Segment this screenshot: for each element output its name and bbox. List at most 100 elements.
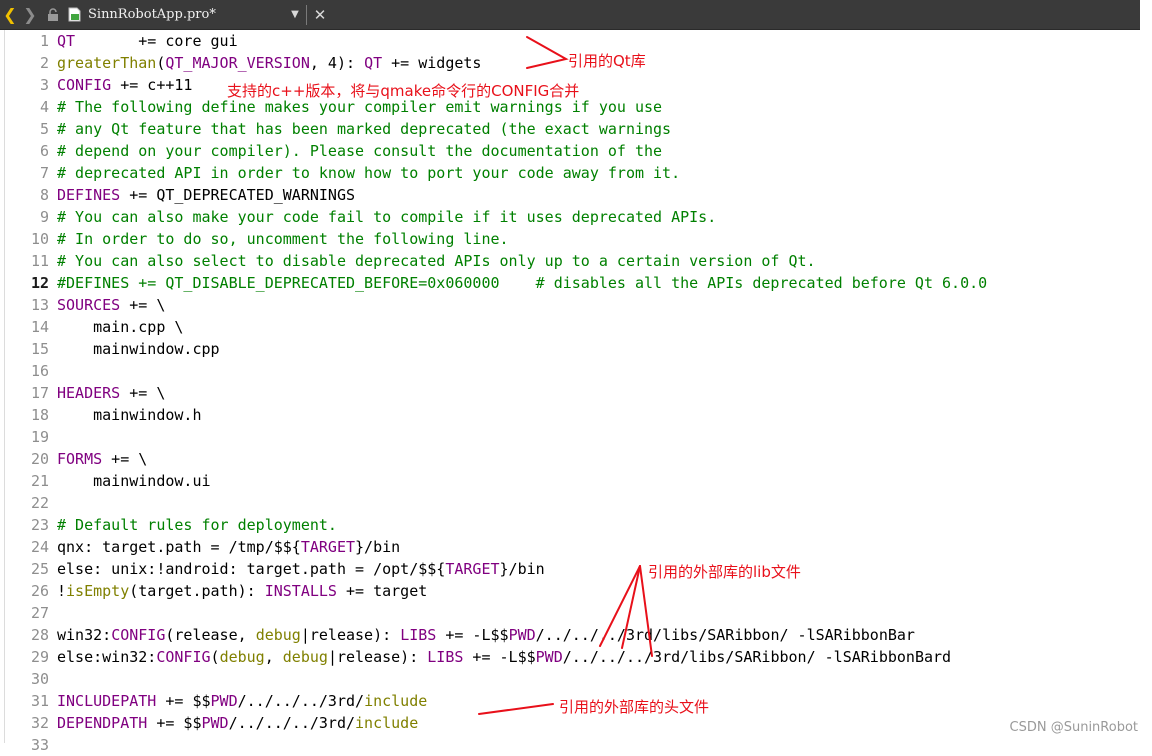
line-code: # deprecated API in order to know how to… <box>57 164 681 182</box>
code-line: 32 DEPENDPATH += $$PWD/../../../3rd/inclu… <box>0 712 418 734</box>
code-line: 2 greaterThan(QT_MAJOR_VERSION, 4): QT +=… <box>0 52 482 74</box>
code-line: 31 INCLUDEPATH += $$PWD/../../../3rd/incl… <box>0 690 427 712</box>
line-code: main.cpp \ <box>57 318 184 336</box>
line-code: DEPENDPATH += $$PWD/../../../3rd/include <box>57 714 419 732</box>
chevron-down-icon[interactable]: ▼ <box>288 9 302 20</box>
code-line: 22 <box>0 492 49 514</box>
line-number: 26 <box>30 582 49 600</box>
lock-icon <box>44 7 62 22</box>
line-code: # any Qt feature that has been marked de… <box>57 120 672 138</box>
line-number: 7 <box>39 164 49 182</box>
line-code: # In order to do so, uncomment the follo… <box>57 230 509 248</box>
line-number: 33 <box>30 736 49 754</box>
line-number: 16 <box>30 362 49 380</box>
line-code: greaterThan(QT_MAJOR_VERSION, 4): QT += … <box>57 54 482 72</box>
code-line: 20 FORMS += \ <box>0 448 147 470</box>
line-code: HEADERS += \ <box>57 384 166 402</box>
editor-tab-bar: ❮ ❯ SinnRobotApp.pro* ▼ ✕ <box>0 0 1140 30</box>
line-code: mainwindow.h <box>57 406 202 424</box>
line-number: 22 <box>30 494 49 512</box>
code-line: 10 # In order to do so, uncomment the fol… <box>0 228 509 250</box>
line-number: 29 <box>30 648 49 666</box>
line-code: SOURCES += \ <box>57 296 166 314</box>
code-line: 24 qnx: target.path = /tmp/$${TARGET}/bin <box>0 536 400 558</box>
line-code: FORMS += \ <box>57 450 148 468</box>
line-code: else:win32:CONFIG(debug, debug|release):… <box>57 648 952 666</box>
line-number: 15 <box>30 340 49 358</box>
line-number: 19 <box>30 428 49 446</box>
line-number: 8 <box>39 186 49 204</box>
line-number: 2 <box>39 54 49 72</box>
code-line: 4 # The following define makes your compi… <box>0 96 662 118</box>
line-code: mainwindow.cpp <box>57 340 220 358</box>
code-line: 1 QT += core gui <box>0 30 238 52</box>
code-line: 27 <box>0 602 49 624</box>
code-line: 28 win32:CONFIG(release, debug|release): … <box>0 624 915 646</box>
code-line: 14 main.cpp \ <box>0 316 184 338</box>
code-line: 19 <box>0 426 49 448</box>
code-line: 17 HEADERS += \ <box>0 382 165 404</box>
code-editor[interactable]: 1 QT += core gui 2 greaterThan(QT_MAJOR_VE… <box>0 30 1140 754</box>
line-code: !isEmpty(target.path): INSTALLS += targe… <box>57 582 428 600</box>
code-line: 33 <box>0 734 49 756</box>
code-line: 26 !isEmpty(target.path): INSTALLS += tar… <box>0 580 427 602</box>
code-line: 6 # depend on your compiler). Please cons… <box>0 140 662 162</box>
code-line: 11 # You can also select to disable depre… <box>0 250 816 272</box>
line-number: 17 <box>30 384 49 402</box>
line-number: 11 <box>30 252 49 270</box>
line-code: # You can also make your code fail to co… <box>57 208 717 226</box>
line-number: 32 <box>30 714 49 732</box>
line-code: DEFINES += QT_DEPRECATED_WARNINGS <box>57 186 356 204</box>
line-code: qnx: target.path = /tmp/$${TARGET}/bin <box>57 538 401 556</box>
line-code: CONFIG += c++11 <box>57 76 193 94</box>
annotation-cpp-version: 支持的c++版本，将与qmake命令行的CONFIG合并 <box>227 82 580 100</box>
line-code: INCLUDEPATH += $$PWD/../../../3rd/includ… <box>57 692 428 710</box>
line-number: 27 <box>30 604 49 622</box>
line-number: 10 <box>30 230 49 248</box>
forward-arrow-icon[interactable]: ❯ <box>20 0 40 29</box>
line-code: # You can also select to disable depreca… <box>57 252 816 270</box>
line-number: 31 <box>30 692 49 710</box>
annotation-qt-lib: 引用的Qt库 <box>568 52 646 70</box>
code-line: 8 DEFINES += QT_DEPRECATED_WARNINGS <box>0 184 355 206</box>
code-line: 13 SOURCES += \ <box>0 294 165 316</box>
line-number: 13 <box>30 296 49 314</box>
line-number-current: 12 <box>30 274 49 292</box>
line-code: else: unix:!android: target.path = /opt/… <box>57 560 545 578</box>
code-line: 3 CONFIG += c++11 <box>0 74 193 96</box>
code-line: 18 mainwindow.h <box>0 404 202 426</box>
close-icon[interactable]: ✕ <box>310 6 330 24</box>
line-number: 9 <box>39 208 49 226</box>
code-line: 25 else: unix:!android: target.path = /op… <box>0 558 545 580</box>
line-number: 23 <box>30 516 49 534</box>
code-line: 7 # deprecated API in order to know how t… <box>0 162 680 184</box>
line-code: #DEFINES += QT_DISABLE_DEPRECATED_BEFORE… <box>57 274 988 292</box>
line-number: 30 <box>30 670 49 688</box>
line-number: 24 <box>30 538 49 556</box>
code-line: 23 # Default rules for deployment. <box>0 514 337 536</box>
annotation-header-files: 引用的外部库的头文件 <box>559 698 710 716</box>
line-number: 6 <box>39 142 49 160</box>
code-line: 15 mainwindow.cpp <box>0 338 220 360</box>
line-number: 14 <box>30 318 49 336</box>
tab-divider <box>306 4 307 25</box>
watermark: CSDN @SuninRobot <box>1009 720 1138 735</box>
line-number: 1 <box>39 32 49 50</box>
code-line: 9 # You can also make your code fail to c… <box>0 206 716 228</box>
line-code: # depend on your compiler). Please consu… <box>57 142 663 160</box>
line-number: 4 <box>39 98 49 116</box>
line-number: 3 <box>39 76 49 94</box>
code-line: 5 # any Qt feature that has been marked d… <box>0 118 671 140</box>
back-arrow-icon[interactable]: ❮ <box>0 0 20 29</box>
line-number: 18 <box>30 406 49 424</box>
line-code: # Default rules for deployment. <box>57 516 337 534</box>
line-code: win32:CONFIG(release, debug|release): LI… <box>57 626 915 644</box>
line-code: mainwindow.ui <box>57 472 211 490</box>
line-number: 21 <box>30 472 49 490</box>
annotation-lib-files: 引用的外部库的lib文件 <box>648 563 801 581</box>
qt-project-file-icon <box>66 7 82 22</box>
tab-title[interactable]: SinnRobotApp.pro* <box>88 7 288 22</box>
line-number: 20 <box>30 450 49 468</box>
code-line: 29 else:win32:CONFIG(debug, debug|release… <box>0 646 951 668</box>
code-line: 12 #DEFINES += QT_DISABLE_DEPRECATED_BEFO… <box>0 272 987 294</box>
